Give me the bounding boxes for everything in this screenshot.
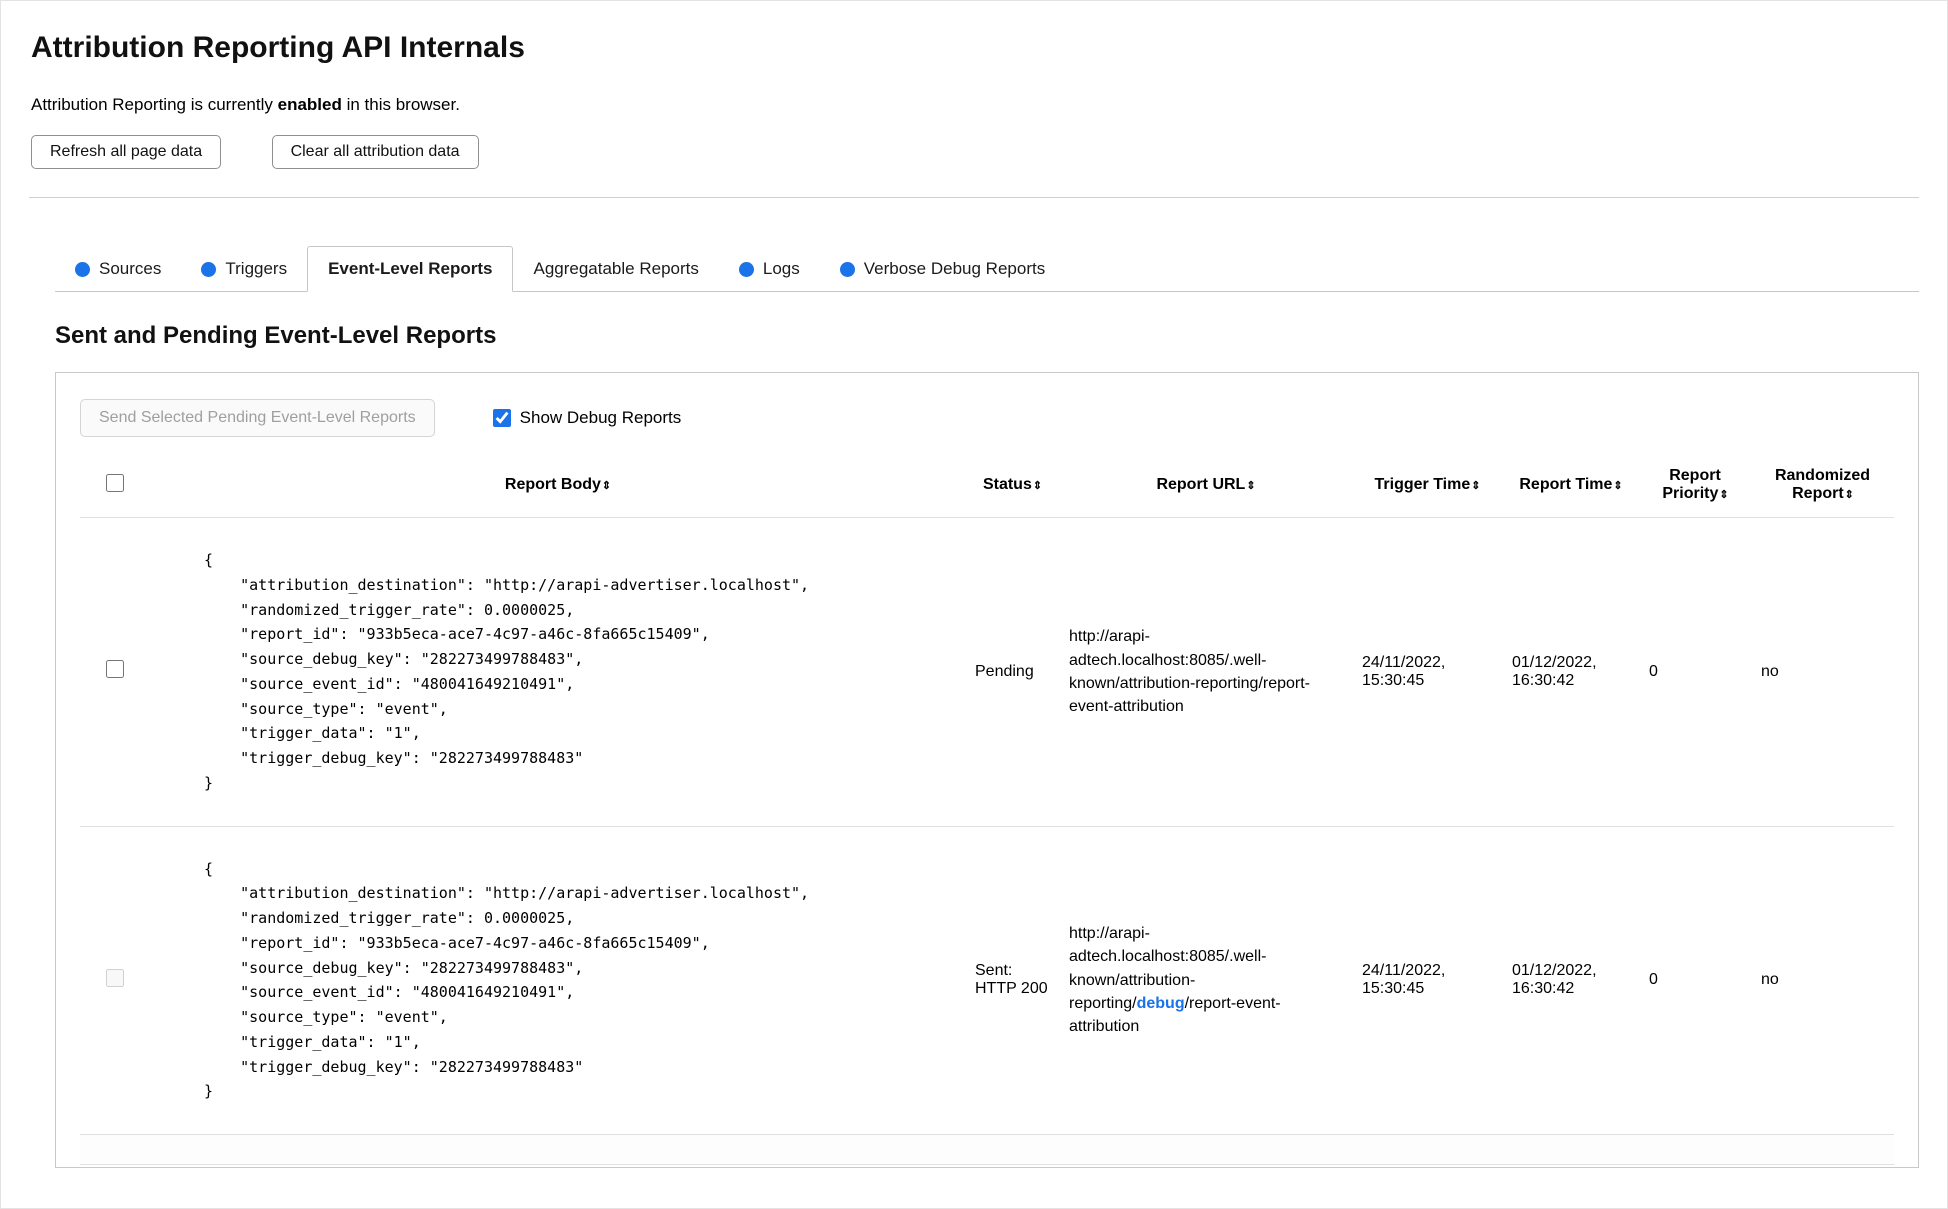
randomized-report-cell: no bbox=[1751, 825, 1894, 1135]
reports-panel: Send Selected Pending Event-Level Report… bbox=[55, 372, 1919, 1168]
select-all-header bbox=[80, 457, 150, 518]
status-cell: Sent: HTTP 200 bbox=[965, 825, 1059, 1135]
blue-dot-icon bbox=[75, 261, 90, 277]
row-select-checkbox[interactable] bbox=[106, 660, 124, 679]
attribution-internals-page: Attribution Reporting API Internals Attr… bbox=[0, 0, 1948, 1209]
sort-icon: ⇕ bbox=[1613, 480, 1622, 492]
report-url-cell: http://arapi-adtech.localhost:8085/.well… bbox=[1059, 517, 1352, 826]
tab-logs[interactable]: Logs bbox=[719, 247, 820, 291]
tab-label: Event-Level Reports bbox=[328, 259, 493, 278]
tab-event-level-reports[interactable]: Event-Level Reports bbox=[307, 246, 514, 292]
report-time-cell: 01/12/2022, 16:30:42 bbox=[1502, 517, 1639, 826]
tab-label: Aggregatable Reports bbox=[533, 259, 699, 278]
header-trigger-time[interactable]: Trigger Time⇕ bbox=[1352, 457, 1502, 518]
header-status[interactable]: Status⇕ bbox=[965, 457, 1059, 518]
report-priority-cell: 0 bbox=[1639, 517, 1751, 826]
report-time-cell: 01/12/2022, 16:30:42 bbox=[1502, 825, 1639, 1135]
status-emphasis: enabled bbox=[277, 95, 342, 114]
tab-label: Verbose Debug Reports bbox=[863, 259, 1046, 278]
sort-icon: ⇕ bbox=[601, 480, 611, 492]
header-report-body[interactable]: Report Body⇕ bbox=[150, 457, 965, 518]
tab-sources[interactable]: Sources bbox=[55, 247, 181, 291]
table-footer-row bbox=[80, 1134, 1894, 1165]
sort-icon: ⇕ bbox=[1719, 489, 1728, 501]
show-debug-reports-label: Show Debug Reports bbox=[519, 408, 682, 427]
reports-table: Report Body⇕ Status⇕ Report URL⇕ Trigger… bbox=[80, 457, 1894, 1165]
report-priority-cell: 0 bbox=[1639, 825, 1751, 1135]
header-report-time[interactable]: Report Time⇕ bbox=[1502, 457, 1639, 518]
tab-area: Sources Triggers Event-Level Reports Agg… bbox=[55, 246, 1919, 1168]
sort-icon: ⇕ bbox=[1246, 480, 1255, 492]
row-select-checkbox-disabled bbox=[106, 968, 124, 987]
header-randomized-report[interactable]: Randomized Report⇕ bbox=[1751, 457, 1894, 518]
refresh-all-button[interactable]: Refresh all page data bbox=[31, 135, 222, 169]
tab-verbose-debug-reports[interactable]: Verbose Debug Reports bbox=[820, 247, 1065, 291]
status-cell: Pending bbox=[965, 517, 1059, 826]
table-footer-strip bbox=[80, 1134, 1894, 1165]
report-body-json: { "attribution_destination": "http://ara… bbox=[204, 859, 810, 1101]
top-buttons: Refresh all page data Clear all attribut… bbox=[31, 135, 1919, 169]
blue-dot-icon bbox=[839, 261, 855, 277]
report-body-cell: { "attribution_destination": "http://ara… bbox=[150, 825, 965, 1135]
table-row: { "attribution_destination": "http://ara… bbox=[80, 517, 1894, 826]
top-divider bbox=[29, 197, 1919, 198]
header-report-url[interactable]: Report URL⇕ bbox=[1059, 457, 1352, 518]
sort-icon: ⇕ bbox=[1471, 480, 1480, 492]
sort-icon: ⇕ bbox=[1032, 480, 1042, 492]
select-all-checkbox[interactable] bbox=[106, 473, 124, 492]
blue-dot-icon bbox=[201, 261, 217, 277]
header-report-priority[interactable]: Report Priority⇕ bbox=[1639, 457, 1751, 518]
section-heading: Sent and Pending Event-Level Reports bbox=[55, 322, 497, 349]
send-selected-reports-button: Send Selected Pending Event-Level Report… bbox=[80, 399, 435, 437]
trigger-time-cell: 24/11/2022, 15:30:45 bbox=[1352, 517, 1502, 826]
tab-aggregatable-reports[interactable]: Aggregatable Reports bbox=[513, 247, 718, 291]
table-row: { "attribution_destination": "http://ara… bbox=[80, 825, 1894, 1135]
row-select-cell bbox=[80, 517, 150, 826]
randomized-report-cell: no bbox=[1751, 517, 1894, 826]
blue-dot-icon bbox=[738, 261, 754, 277]
debug-link[interactable]: debug bbox=[1137, 995, 1185, 1012]
report-body-cell: { "attribution_destination": "http://ara… bbox=[150, 517, 965, 826]
report-url-cell: http://arapi-adtech.localhost:8085/.well… bbox=[1059, 825, 1352, 1135]
tab-label: Sources bbox=[99, 259, 162, 278]
show-debug-reports-checkbox[interactable] bbox=[492, 409, 511, 427]
status-suffix: in this browser. bbox=[341, 95, 460, 114]
status-line: Attribution Reporting is currently enabl… bbox=[31, 95, 1919, 115]
tab-strip: Sources Triggers Event-Level Reports Agg… bbox=[55, 246, 1919, 292]
row-select-cell bbox=[80, 825, 150, 1135]
sort-icon: ⇕ bbox=[1844, 489, 1854, 501]
page-title: Attribution Reporting API Internals bbox=[31, 31, 525, 64]
clear-all-button[interactable]: Clear all attribution data bbox=[271, 135, 479, 169]
panel-controls: Send Selected Pending Event-Level Report… bbox=[80, 399, 1894, 437]
tab-label: Logs bbox=[762, 259, 800, 278]
trigger-time-cell: 24/11/2022, 15:30:45 bbox=[1352, 825, 1502, 1135]
show-debug-reports-control: Show Debug Reports bbox=[492, 408, 682, 428]
status-prefix: Attribution Reporting is currently bbox=[31, 95, 278, 114]
tab-label: Triggers bbox=[225, 259, 288, 278]
report-body-json: { "attribution_destination": "http://ara… bbox=[204, 551, 810, 792]
tab-triggers[interactable]: Triggers bbox=[181, 247, 307, 291]
table-header-row: Report Body⇕ Status⇕ Report URL⇕ Trigger… bbox=[80, 457, 1894, 518]
